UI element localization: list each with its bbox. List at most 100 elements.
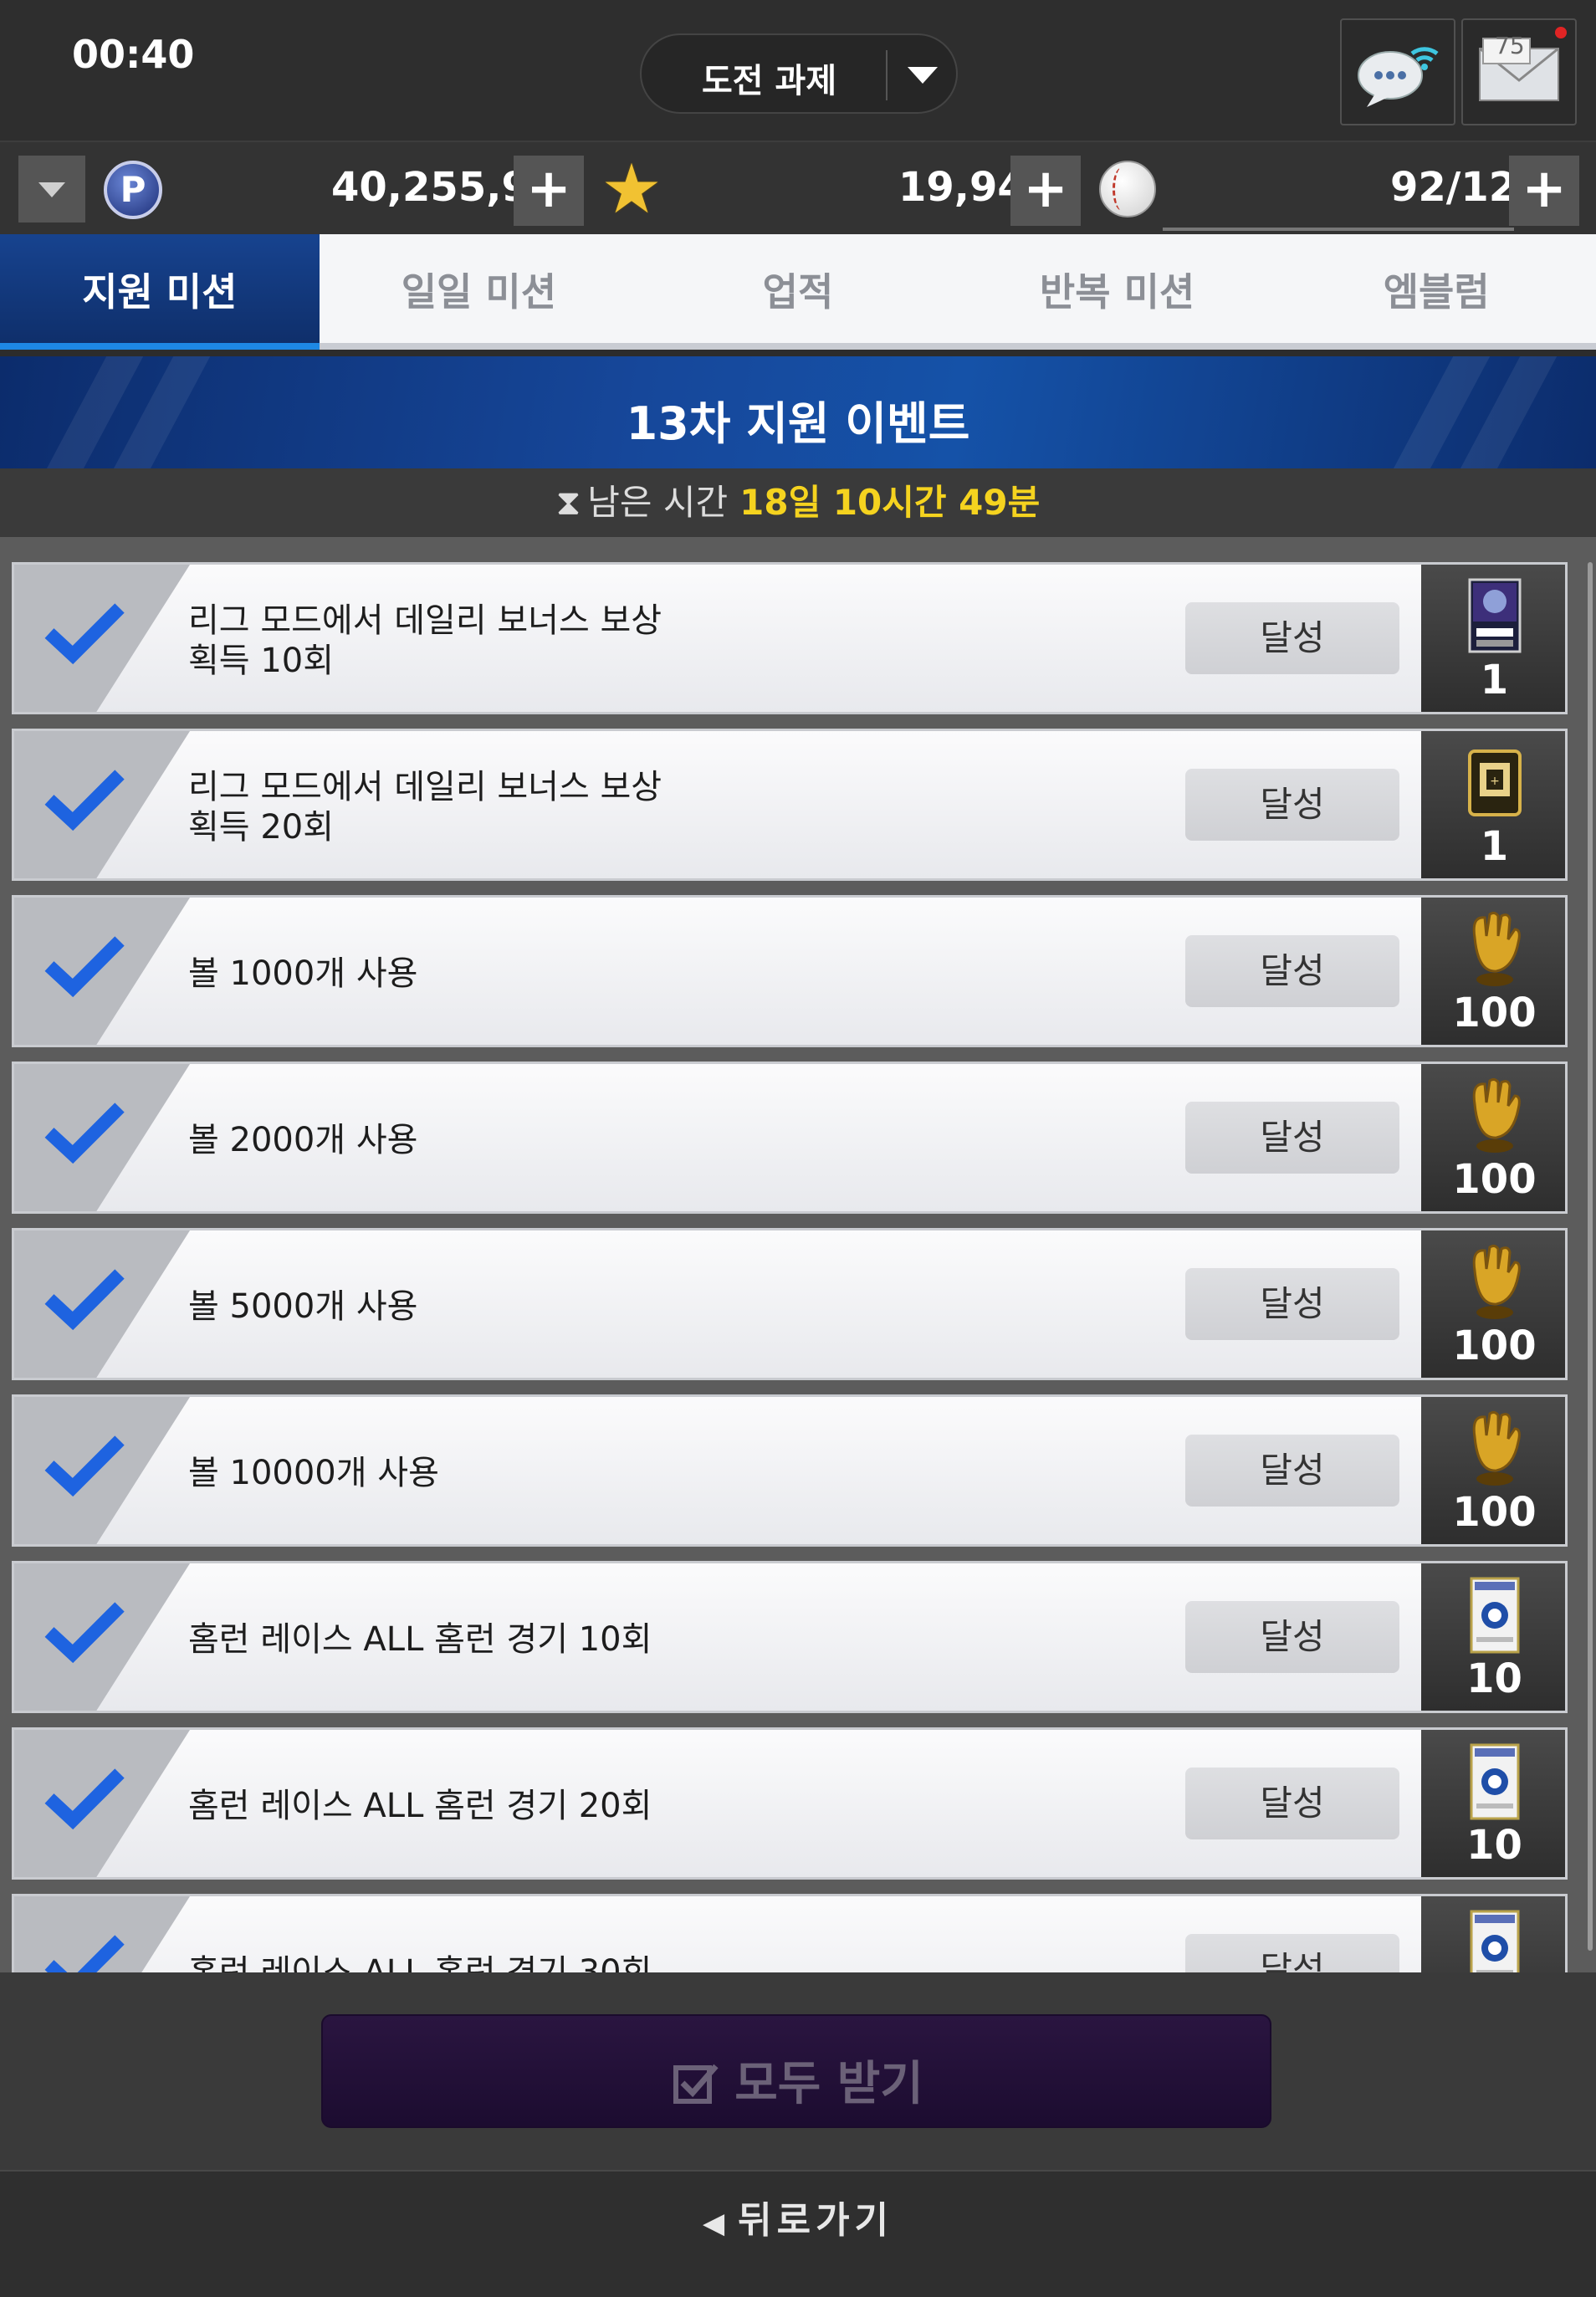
svg-text:+: + [1490, 775, 1500, 788]
mail-count-badge: 75 [1495, 32, 1525, 59]
achieved-button[interactable]: 달성 [1185, 935, 1399, 1007]
ticket-card-icon [1470, 1577, 1520, 1654]
mission-text: 볼 10000개 사용 [188, 1397, 1108, 1544]
checkmark-icon [44, 1935, 125, 1972]
checkmark-icon [44, 603, 125, 665]
achieved-button[interactable]: 달성 [1185, 1768, 1399, 1839]
reward-quantity: 1 [1480, 657, 1509, 703]
ticket-card-icon [1470, 1743, 1520, 1820]
reward-slot[interactable]: 100 [1421, 898, 1565, 1045]
back-arrow-icon: ◀ [702, 2207, 730, 2240]
event-title: 13차 지원 이벤트 [626, 397, 970, 450]
tab-daily-mission[interactable]: 일일 미션 [320, 234, 639, 343]
reward-slot[interactable]: 10 [1421, 1563, 1565, 1711]
reward-quantity: 1 [1480, 823, 1509, 870]
mission-text: 홈런 레이스 ALL 홈런 경기 20회 [188, 1730, 1108, 1877]
achieved-button[interactable]: 달성 [1185, 602, 1399, 674]
bottom-panel: 모두 받기 [0, 1972, 1596, 2170]
baseball-icon [1099, 161, 1156, 217]
mail-button[interactable]: 75 [1461, 18, 1577, 125]
reward-slot[interactable]: +1 [1421, 731, 1565, 878]
gold-glove-icon [1472, 1410, 1521, 1486]
mission-text: 리그 모드에서 데일리 보너스 보상 획득 20회 [188, 731, 1108, 878]
screen-title: 도전 과제 [702, 62, 837, 100]
gold-card-pack-icon: + [1468, 749, 1522, 816]
achieved-button[interactable]: 달성 [1185, 1268, 1399, 1340]
back-label: 뒤로가기 [738, 2199, 894, 2242]
title-divider [886, 50, 888, 100]
mission-text: 홈런 레이스 ALL 홈런 경기 10회 [188, 1563, 1108, 1711]
mission-tabs: 지원 미션 일일 미션 업적 반복 미션 엠블럼 [0, 234, 1596, 350]
checkmark-icon [44, 770, 125, 831]
tab-achievements[interactable]: 업적 [638, 234, 958, 343]
add-points-button[interactable]: + [514, 156, 584, 226]
chat-button[interactable] [1340, 18, 1455, 125]
mission-row: 홈런 레이스 ALL 홈런 경기 30회 달성 [12, 1894, 1568, 1972]
mission-text-line1: 홈런 레이스 ALL 홈런 경기 10회 [188, 1620, 652, 1659]
mission-text-line1: 리그 모드에서 데일리 보너스 보상 [188, 768, 662, 806]
reward-quantity: 10 [1466, 1655, 1522, 1702]
checkmark-icon [44, 1269, 125, 1331]
reward-slot[interactable]: 100 [1421, 1064, 1565, 1211]
mission-text-line1: 볼 2000개 사용 [188, 1121, 418, 1159]
achieved-button[interactable]: 달성 [1185, 1435, 1399, 1507]
points-coin-icon: P [104, 161, 162, 219]
mission-list[interactable]: 리그 모드에서 데일리 보너스 보상 획득 10회 달성 1 리그 모드에서 데일리 보… [0, 537, 1596, 1972]
remaining-value: 18일 10시간 49분 [739, 482, 1041, 523]
mission-row: 홈런 레이스 ALL 홈런 경기 20회 달성 10 [12, 1727, 1568, 1880]
scrollbar[interactable] [1588, 562, 1593, 1951]
mission-text-line1: 볼 1000개 사용 [188, 954, 418, 993]
claim-all-label: 모두 받기 [734, 2057, 923, 2111]
remaining-time-bar: ⧗ 남은 시간 18일 10시간 49분 [0, 468, 1596, 537]
reward-quantity: 100 [1452, 1156, 1537, 1203]
tab-repeat-mission[interactable]: 반복 미션 [958, 234, 1277, 343]
screen-title-dropdown[interactable]: 도전 과제 [640, 33, 958, 114]
gold-glove-icon [1472, 1244, 1521, 1319]
chevron-down-icon [908, 67, 938, 84]
add-stars-button[interactable]: + [1010, 156, 1081, 226]
mission-text: 볼 2000개 사용 [188, 1064, 1108, 1211]
mission-row: 리그 모드에서 데일리 보너스 보상 획득 20회 달성 +1 [12, 729, 1568, 881]
top-bar: 00:40 도전 과제 75 [0, 0, 1596, 141]
star-icon: ★ [601, 150, 662, 229]
add-balls-button[interactable]: + [1509, 156, 1579, 226]
currency-toggle-button[interactable] [18, 156, 85, 223]
reward-slot[interactable]: 10 [1421, 1730, 1565, 1877]
reward-slot[interactable]: 100 [1421, 1397, 1565, 1544]
reward-slot[interactable]: 1 [1421, 565, 1565, 712]
tab-emblem[interactable]: 엠블럼 [1276, 234, 1596, 343]
mission-text-line2: 획득 20회 [188, 808, 335, 847]
mission-text: 볼 1000개 사용 [188, 898, 1108, 1045]
hourglass-icon: ⧗ [555, 482, 581, 523]
mission-text-line2: 획득 10회 [188, 642, 335, 680]
mission-row: 볼 5000개 사용 달성 100 [12, 1228, 1568, 1380]
claim-all-button[interactable]: 모두 받기 [321, 2014, 1271, 2128]
achieved-button[interactable]: 달성 [1185, 1934, 1399, 1972]
tab-support-mission[interactable]: 지원 미션 [0, 234, 320, 350]
achieved-button[interactable]: 달성 [1185, 769, 1399, 841]
gold-glove-icon [1472, 1077, 1521, 1153]
mission-row: 볼 2000개 사용 달성 100 [12, 1062, 1568, 1214]
mission-row: 볼 1000개 사용 달성 100 [12, 895, 1568, 1047]
mission-text-line1: 볼 5000개 사용 [188, 1287, 418, 1326]
event-banner: 13차 지원 이벤트 [0, 356, 1596, 468]
reward-slot[interactable]: 100 [1421, 1230, 1565, 1378]
achieved-button[interactable]: 달성 [1185, 1601, 1399, 1673]
reward-quantity: 10 [1466, 1822, 1522, 1869]
back-bar[interactable]: ◀ 뒤로가기 [0, 2170, 1596, 2297]
checkmark-icon [44, 1435, 125, 1497]
gold-glove-icon [1472, 911, 1521, 986]
achieved-button[interactable]: 달성 [1185, 1102, 1399, 1174]
reward-slot[interactable] [1421, 1896, 1565, 1972]
chat-wifi-icon [1358, 47, 1439, 107]
checkmark-icon [44, 1102, 125, 1164]
status-time: 00:40 [72, 32, 195, 77]
mission-text: 홈런 레이스 ALL 홈런 경기 30회 [188, 1896, 1108, 1972]
mission-text: 리그 모드에서 데일리 보너스 보상 획득 10회 [188, 565, 1108, 712]
ticket-card-icon [1470, 1910, 1520, 1972]
remaining-label: 남은 시간 [587, 482, 729, 523]
ball-recharge-bar [1163, 228, 1514, 231]
mission-row: 홈런 레이스 ALL 홈런 경기 10회 달성 10 [12, 1561, 1568, 1713]
mission-row: 리그 모드에서 데일리 보너스 보상 획득 10회 달성 1 [12, 562, 1568, 714]
checkmark-icon [44, 1602, 125, 1664]
